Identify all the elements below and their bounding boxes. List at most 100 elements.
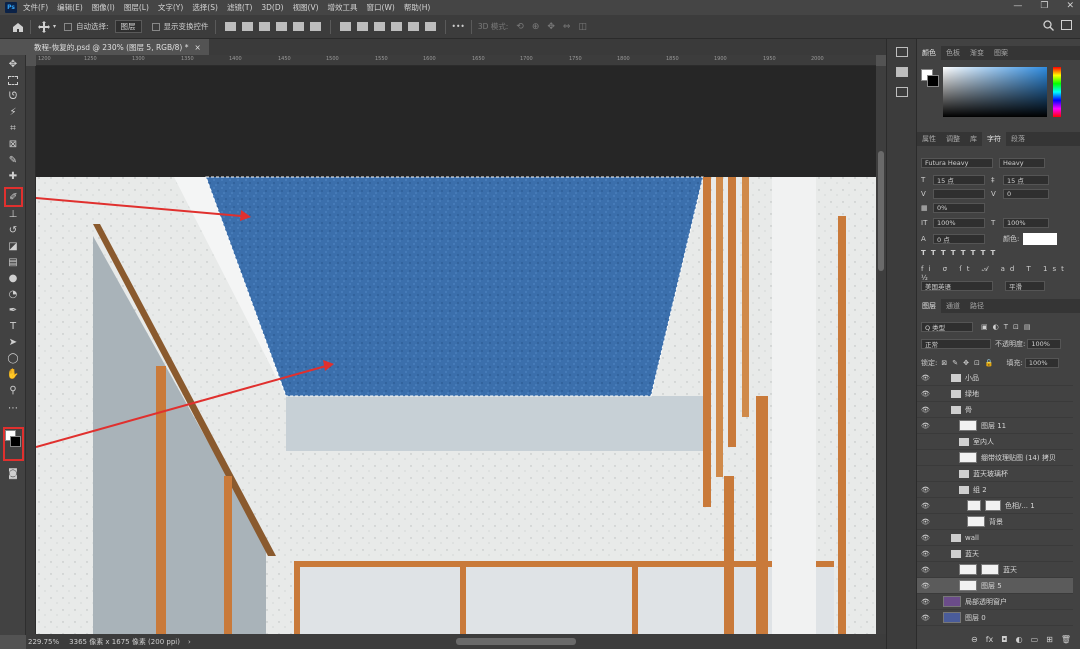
align-vcenter-icon[interactable] — [241, 22, 253, 31]
eye-icon[interactable]: 👁 — [921, 566, 933, 574]
menu-type[interactable]: 文字(Y) — [158, 2, 183, 13]
layer-row[interactable]: 👁 骨 — [917, 402, 1073, 418]
horizontal-scale-field[interactable]: 100% — [1003, 218, 1049, 228]
tab-patterns[interactable]: 图案 — [989, 46, 1013, 60]
align-hcenter-icon[interactable] — [292, 22, 304, 31]
lock-icons[interactable]: ⊠✎✥⊡🔒 — [941, 359, 998, 367]
move-tool-icon[interactable]: ✥ — [5, 58, 21, 71]
eye-icon[interactable]: 👁 — [921, 422, 933, 430]
auto-select-option[interactable]: 自动选择: — [64, 21, 109, 32]
antialias-dropdown[interactable]: 平滑 — [1005, 281, 1045, 291]
scroll-thumb[interactable] — [878, 151, 884, 271]
tab-character[interactable]: 字符 — [982, 132, 1006, 146]
eye-icon[interactable]: 👁 — [921, 502, 933, 510]
eye-icon[interactable]: 👁 — [921, 598, 933, 606]
close-tab-icon[interactable]: × — [195, 43, 201, 52]
distribute-hcenter-icon[interactable] — [407, 22, 419, 31]
path-selection-tool-icon[interactable]: ➤ — [5, 336, 21, 349]
align-right-icon[interactable] — [309, 22, 321, 31]
layer-row[interactable]: 👁 图层 11 — [917, 418, 1073, 434]
text-color-swatch[interactable] — [1023, 233, 1058, 245]
eye-icon[interactable]: 👁 — [921, 582, 933, 590]
eye-icon[interactable]: 👁 — [921, 550, 933, 558]
layer-row[interactable]: 绷带纹理贴图 (14) 拷贝 — [917, 450, 1073, 466]
tab-paragraph[interactable]: 段落 — [1006, 132, 1030, 146]
tab-adjustments[interactable]: 调整 — [941, 132, 965, 146]
layer-row[interactable]: 室内人 — [917, 434, 1073, 450]
marquee-tool-icon[interactable] — [5, 74, 21, 87]
layer-row[interactable]: 👁 绿地 — [917, 386, 1073, 402]
leading-field[interactable]: 15 点 — [1003, 175, 1049, 185]
menu-file[interactable]: 文件(F) — [23, 2, 48, 13]
blend-mode-dropdown[interactable]: 正常 — [921, 339, 991, 349]
auto-select-dropdown[interactable]: 图层 — [114, 20, 142, 33]
tab-properties[interactable]: 属性 — [917, 132, 941, 146]
mask-icon[interactable]: ◘ — [1001, 635, 1007, 644]
search-icon[interactable] — [1043, 20, 1054, 33]
menu-image[interactable]: 图像(I) — [92, 2, 115, 13]
chevron-down-icon[interactable]: ▾ — [53, 23, 56, 30]
eraser-tool-icon[interactable]: ◪ — [5, 240, 21, 253]
move-icon[interactable] — [37, 20, 51, 33]
comment-icon[interactable] — [896, 87, 908, 97]
document-canvas[interactable] — [36, 66, 876, 634]
language-dropdown[interactable]: 美国英语 — [921, 281, 993, 291]
vertical-scrollbar[interactable] — [876, 66, 886, 634]
distribute-left-icon[interactable] — [390, 22, 402, 31]
history-brush-tool-icon[interactable]: ↺ — [5, 224, 21, 237]
eye-icon[interactable]: 👁 — [921, 374, 933, 382]
layer-row[interactable]: 👁 色相/... 1 — [917, 498, 1073, 514]
menu-help[interactable]: 帮助(H) — [404, 2, 431, 13]
layer-row[interactable]: 👁 小品 — [917, 370, 1073, 386]
tsume-field[interactable]: 0% — [933, 203, 985, 213]
more-tools-icon[interactable]: ⋯ — [5, 402, 21, 415]
layer-row[interactable]: 👁 图层 0 — [917, 610, 1073, 626]
hand-tool-icon[interactable]: ✋ — [5, 368, 21, 381]
layer-row[interactable]: 👁 局部透明窗户 — [917, 594, 1073, 610]
menu-plugins[interactable]: 增效工具 — [328, 2, 358, 13]
blur-tool-icon[interactable]: ● — [5, 272, 21, 285]
menu-view[interactable]: 视图(V) — [293, 2, 319, 13]
menu-select[interactable]: 选择(S) — [192, 2, 218, 13]
tab-gradients[interactable]: 渐变 — [965, 46, 989, 60]
menu-3d[interactable]: 3D(D) — [261, 3, 283, 12]
new-layer-icon[interactable]: ⊞ — [1046, 635, 1053, 644]
tab-channels[interactable]: 通道 — [941, 299, 965, 313]
frame-tool-icon[interactable]: ⊠ — [5, 138, 21, 151]
type-tool-icon[interactable]: T — [5, 320, 21, 333]
eye-icon[interactable]: 👁 — [921, 614, 933, 622]
lasso-tool-icon[interactable]: ᘎ — [5, 90, 21, 103]
opentype-buttons[interactable]: fi σ ſt 𝒜 ad T 1st ½ — [921, 265, 1080, 282]
layer-row[interactable]: 蓝天玻璃杯 — [917, 466, 1073, 482]
font-size-field[interactable]: 15 点 — [933, 175, 985, 185]
zoom-tool-icon[interactable]: ⚲ — [5, 384, 21, 397]
eye-icon[interactable]: 👁 — [921, 534, 933, 542]
status-arrow-icon[interactable]: › — [188, 638, 191, 646]
font-family-dropdown[interactable]: Futura Heavy — [921, 158, 993, 168]
menu-filter[interactable]: 滤镜(T) — [227, 2, 252, 13]
tracking-field[interactable]: 0 — [1003, 189, 1049, 199]
restore-button[interactable]: ❐ — [1040, 1, 1048, 11]
eye-icon[interactable]: 👁 — [921, 406, 933, 414]
gradient-tool-icon[interactable]: ▤ — [5, 256, 21, 269]
menu-window[interactable]: 窗口(W) — [367, 2, 395, 13]
background-color-swatch[interactable] — [10, 436, 21, 447]
crop-tool-icon[interactable]: ⌗ — [5, 122, 21, 135]
trash-icon[interactable]: 🗑 — [1061, 635, 1071, 644]
layer-filter-dropdown[interactable]: Q 类型 — [921, 322, 973, 332]
transform-controls-checkbox[interactable] — [151, 22, 160, 31]
menu-layer[interactable]: 图层(L) — [124, 2, 149, 13]
tab-color[interactable]: 颜色 — [917, 46, 941, 60]
pen-tool-icon[interactable]: ✒ — [5, 304, 21, 317]
layer-row[interactable]: 👁 组 2 — [917, 482, 1073, 498]
fill-field[interactable]: 100% — [1024, 358, 1059, 368]
shape-tool-icon[interactable]: ◯ — [5, 352, 21, 365]
eye-icon[interactable]: 👁 — [921, 390, 933, 398]
distribute-bottom-icon[interactable] — [373, 22, 385, 31]
tab-libraries[interactable]: 库 — [965, 132, 982, 146]
screen-mode-icon[interactable]: ▭ — [5, 471, 21, 484]
align-left-icon[interactable] — [275, 22, 287, 31]
layer-row-selected[interactable]: 👁 图层 5 — [917, 578, 1073, 594]
layer-row[interactable]: 👁 wall — [917, 530, 1073, 546]
distribute-right-icon[interactable] — [424, 22, 436, 31]
